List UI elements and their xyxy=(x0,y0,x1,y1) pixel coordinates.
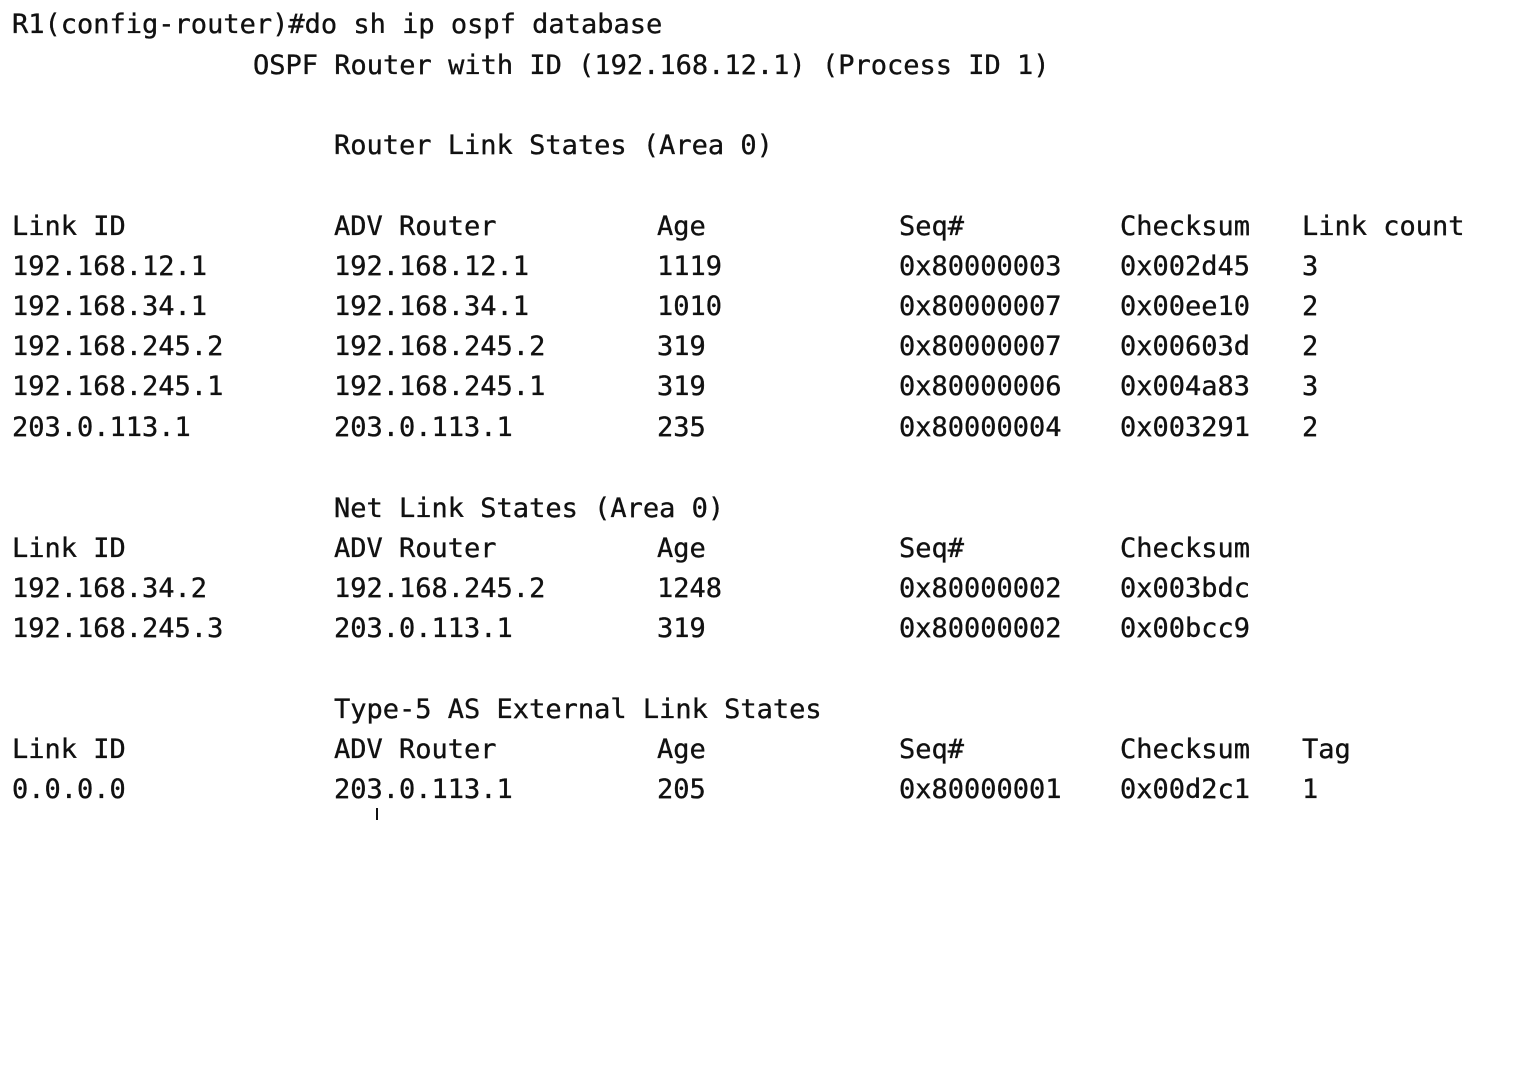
checksum-cell: 0x004a83 xyxy=(1120,371,1251,402)
net-link-states-title: Net Link States (Area 0) xyxy=(334,493,725,524)
checksum-cell: 0x00d2c1 xyxy=(1120,774,1251,805)
link-id-cell: 203.0.113.1 xyxy=(12,412,191,443)
adv-router-cell: 192.168.12.1 xyxy=(334,251,530,282)
age-cell: 205 xyxy=(657,774,706,805)
column-header: ADV Router xyxy=(334,211,497,242)
column-header: Age xyxy=(657,211,706,242)
age-cell: 235 xyxy=(657,412,706,443)
link-count-cell: 3 xyxy=(1302,251,1319,282)
column-header: Link ID xyxy=(12,211,126,242)
table-row: 192.168.34.1 192.168.34.1 1010 0x8000000… xyxy=(0,287,1319,327)
ospf-header: OSPF Router with ID (192.168.12.1) (Proc… xyxy=(253,50,1050,81)
section-title-row: Net Link States (Area 0) xyxy=(0,489,724,529)
link-id-cell: 0.0.0.0 xyxy=(12,774,126,805)
adv-router-cell: 192.168.245.2 xyxy=(334,331,546,362)
table-row: 192.168.34.2 192.168.245.2 1248 0x800000… xyxy=(0,569,1250,609)
seq-cell: 0x80000004 xyxy=(899,412,1062,443)
link-count-cell: 3 xyxy=(1302,371,1319,402)
checksum-cell: 0x002d45 xyxy=(1120,251,1251,282)
link-count-cell: 2 xyxy=(1302,412,1319,443)
table-header-row: Link ID ADV Router Age Seq# Checksum Lin… xyxy=(0,207,1465,247)
age-cell: 319 xyxy=(657,371,706,402)
table-row: 192.168.12.1 192.168.12.1 1119 0x8000000… xyxy=(0,247,1319,287)
seq-cell: 0x80000002 xyxy=(899,613,1062,644)
seq-cell: 0x80000007 xyxy=(899,291,1062,322)
table-row: 192.168.245.2 192.168.245.2 319 0x800000… xyxy=(0,327,1319,367)
column-header: Seq# xyxy=(899,734,965,765)
adv-router-cell: 192.168.34.1 xyxy=(334,291,530,322)
column-header: Link ID xyxy=(12,533,126,564)
age-cell: 319 xyxy=(657,613,706,644)
checksum-cell: 0x00bcc9 xyxy=(1120,613,1251,644)
age-cell: 1010 xyxy=(657,291,723,322)
link-id-cell: 192.168.34.1 xyxy=(12,291,208,322)
column-header: ADV Router xyxy=(334,734,497,765)
seq-cell: 0x80000007 xyxy=(899,331,1062,362)
terminal-window[interactable]: R1(config-router)#do sh ip ospf database… xyxy=(0,0,1540,820)
checksum-cell: 0x003291 xyxy=(1120,412,1251,443)
table-header-row: Link ID ADV Router Age Seq# Checksum Tag xyxy=(0,730,1351,770)
column-header: Age xyxy=(657,734,706,765)
adv-router-cell: 192.168.245.2 xyxy=(334,573,546,604)
link-count-cell: 2 xyxy=(1302,291,1319,322)
seq-cell: 0x80000002 xyxy=(899,573,1062,604)
seq-cell: 0x80000006 xyxy=(899,371,1062,402)
age-cell: 319 xyxy=(657,331,706,362)
age-cell: 1248 xyxy=(657,573,723,604)
column-header: Link ID xyxy=(12,734,126,765)
column-header: Checksum xyxy=(1120,211,1251,242)
link-id-cell: 192.168.245.3 xyxy=(12,613,224,644)
table-row: 0.0.0.0 203.0.113.1 205 0x80000001 0x00d… xyxy=(0,770,1319,810)
seq-cell: 0x80000003 xyxy=(899,251,1062,282)
ospf-header-line: OSPF Router with ID (192.168.12.1) (Proc… xyxy=(0,46,1050,86)
link-count-cell: 2 xyxy=(1302,331,1319,362)
column-header: Seq# xyxy=(899,211,965,242)
section-title-row: Type-5 AS External Link States xyxy=(0,690,822,730)
command-prompt: R1(config-router)#do sh ip ospf database xyxy=(12,9,663,40)
table-header-row: Link ID ADV Router Age Seq# Checksum xyxy=(0,529,1250,569)
seq-cell: 0x80000001 xyxy=(899,774,1062,805)
column-header: Link count xyxy=(1302,211,1465,242)
age-cell: 1119 xyxy=(657,251,723,282)
tag-cell: 1 xyxy=(1302,774,1319,805)
adv-router-cell: 203.0.113.1 xyxy=(334,774,513,805)
checksum-cell: 0x00603d xyxy=(1120,331,1251,362)
column-header: ADV Router xyxy=(334,533,497,564)
router-link-states-title: Router Link States (Area 0) xyxy=(334,130,773,161)
column-header: Checksum xyxy=(1120,533,1251,564)
external-link-states-title: Type-5 AS External Link States xyxy=(334,694,822,725)
table-row: 192.168.245.3 203.0.113.1 319 0x80000002… xyxy=(0,609,1250,649)
column-header: Seq# xyxy=(899,533,965,564)
adv-router-cell: 203.0.113.1 xyxy=(334,613,513,644)
link-id-cell: 192.168.12.1 xyxy=(12,251,208,282)
column-header: Checksum xyxy=(1120,734,1251,765)
checksum-cell: 0x00ee10 xyxy=(1120,291,1251,322)
adv-router-cell: 192.168.245.1 xyxy=(334,371,546,402)
checksum-cell: 0x003bdc xyxy=(1120,573,1251,604)
command-line: R1(config-router)#do sh ip ospf database xyxy=(0,5,663,45)
link-id-cell: 192.168.34.2 xyxy=(12,573,208,604)
table-row: 192.168.245.1 192.168.245.1 319 0x800000… xyxy=(0,367,1319,407)
column-header: Age xyxy=(657,533,706,564)
section-title-row: Router Link States (Area 0) xyxy=(0,126,773,166)
text-cursor xyxy=(376,808,378,820)
table-row: 203.0.113.1 203.0.113.1 235 0x80000004 0… xyxy=(0,408,1319,448)
link-id-cell: 192.168.245.2 xyxy=(12,331,224,362)
link-id-cell: 192.168.245.1 xyxy=(12,371,224,402)
column-header: Tag xyxy=(1302,734,1351,765)
adv-router-cell: 203.0.113.1 xyxy=(334,412,513,443)
